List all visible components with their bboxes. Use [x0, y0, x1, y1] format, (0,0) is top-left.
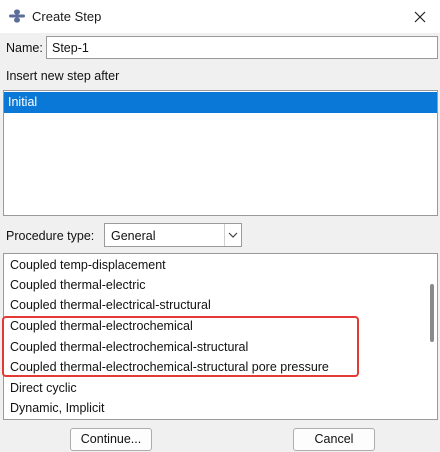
- title-bar: Create Step: [0, 0, 440, 33]
- scrollbar-thumb[interactable]: [430, 284, 434, 342]
- cancel-button[interactable]: Cancel: [293, 428, 375, 451]
- chevron-down-icon: [228, 232, 238, 238]
- list-item[interactable]: Coupled thermal-electrochemical-structur…: [10, 337, 248, 357]
- window-title: Create Step: [32, 9, 102, 24]
- continue-button[interactable]: Continue...: [70, 428, 152, 451]
- list-item-initial[interactable]: Initial: [4, 92, 437, 113]
- list-item[interactable]: Coupled thermal-electrical-structural: [10, 295, 211, 315]
- name-field[interactable]: [46, 36, 438, 59]
- list-item[interactable]: Coupled thermal-electrochemical: [10, 316, 193, 336]
- list-item[interactable]: Coupled thermal-electric: [10, 275, 145, 295]
- insert-after-label: Insert new step after: [6, 69, 120, 83]
- list-item[interactable]: Coupled temp-displacement: [10, 255, 166, 275]
- close-button[interactable]: [400, 0, 440, 33]
- procedure-type-select[interactable]: General: [104, 223, 242, 247]
- name-input[interactable]: [47, 37, 437, 58]
- list-item[interactable]: Coupled thermal-electrochemical-structur…: [10, 357, 329, 377]
- list-item[interactable]: Direct cyclic: [10, 378, 77, 398]
- procedure-type-label: Procedure type:: [6, 229, 95, 243]
- scrollbar[interactable]: [427, 254, 437, 419]
- procedure-type-value: General: [111, 229, 156, 243]
- insert-after-list[interactable]: Initial: [3, 90, 438, 216]
- procedure-list[interactable]: Coupled temp-displacement Coupled therma…: [3, 253, 438, 420]
- dropdown-arrow[interactable]: [224, 224, 241, 246]
- app-icon: [9, 9, 25, 23]
- close-icon: [414, 11, 426, 22]
- list-item[interactable]: Dynamic, Implicit: [10, 398, 104, 418]
- name-label: Name:: [6, 41, 43, 55]
